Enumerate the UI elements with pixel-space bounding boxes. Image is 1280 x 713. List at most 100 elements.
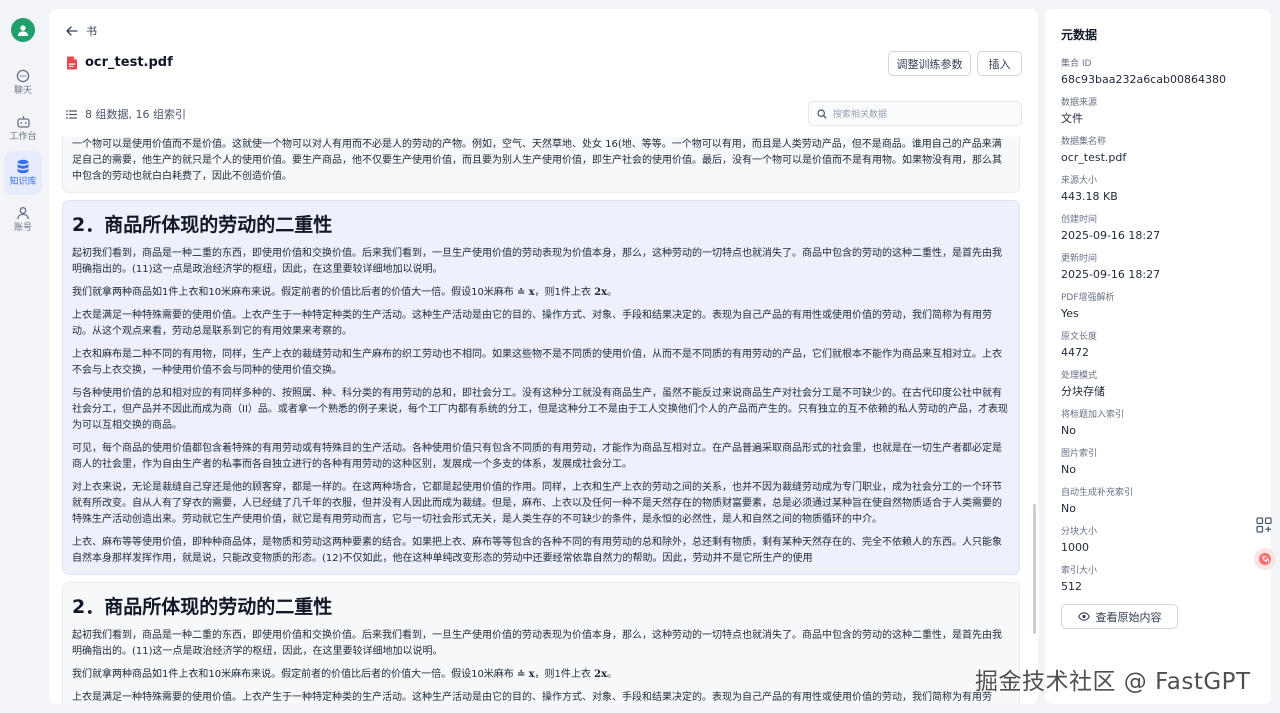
math-variable: 2x — [594, 669, 608, 680]
back-label: 书 — [86, 25, 97, 38]
math-symbol: ≐ — [517, 287, 526, 298]
metadata-fields: 集合 ID 68c93baa232a6cab00864380 数据来源 文件 数据集名称… — [1061, 58, 1255, 594]
metadata-field-label: 索引大小 — [1061, 566, 1098, 576]
metadata-field-label: 图片索引 — [1061, 449, 1098, 459]
metadata-field: 来源大小 443.18 KB — [1061, 175, 1255, 204]
metadata-field: 原文长度 4472 — [1061, 331, 1255, 360]
chunk-paragraph: 对上衣来说，无论是裁缝自己穿还是他的顾客穿，都是一样的。在这两种场合，它都是起使… — [72, 482, 1002, 525]
nav-item-workbench[interactable]: 工作台 — [4, 106, 42, 150]
metadata-field: 索引大小 512 — [1061, 565, 1255, 594]
chunk-paragraph: 起初我们看到，商品是一种二重的东西，即使用价值和交换价值。后来我们看到，一旦生产… — [72, 248, 1002, 275]
metadata-field-value: 2025-09-16 18:27 — [1061, 268, 1161, 281]
insert-button[interactable]: 插入 — [977, 51, 1022, 76]
metadata-field-label: PDF增强解析 — [1061, 293, 1115, 303]
nav-rail: 聊天 工作台 知识库 账号 — [0, 0, 46, 713]
metadata-field: 更新时间 2025-09-16 18:27 — [1061, 253, 1255, 282]
metadata-field: 集合 ID 68c93baa232a6cab00864380 — [1061, 58, 1255, 87]
arrow-left-icon — [66, 26, 78, 36]
metadata-field-label: 更新时间 — [1061, 254, 1098, 264]
file-title: ocr_test.pdf — [85, 55, 173, 70]
chunk-list: 一个物可以是使用价值而不是价值。这就使一个物可以对人有用而不必是人的劳动的产物。… — [62, 137, 1020, 704]
watermark: 掘金技术社区 @ FastGPT — [975, 669, 1251, 695]
search-placeholder: 搜索相关数据 — [833, 110, 888, 120]
metadata-field-value: 443.18 KB — [1061, 190, 1118, 203]
view-original-button[interactable]: 查看原始内容 — [1061, 604, 1178, 629]
metadata-title: 元数据 — [1061, 28, 1098, 42]
adjust-training-params-button[interactable]: 调整训练参数 — [888, 51, 971, 76]
metadata-field-label: 将标题加入索引 — [1061, 410, 1125, 420]
metadata-field: 创建时间 2025-09-16 18:27 — [1061, 214, 1255, 243]
metadata-field-label: 数据来源 — [1061, 98, 1098, 108]
metadata-field-label: 分块大小 — [1061, 527, 1098, 537]
back-link[interactable]: 书 — [66, 23, 97, 39]
metadata-field: 自动生成补充索引 No — [1061, 487, 1255, 516]
metadata-field-value: No — [1061, 463, 1076, 476]
metadata-field: 数据来源 文件 — [1061, 97, 1255, 126]
nav-item-knowledge-base[interactable]: 知识库 — [4, 151, 42, 195]
nav-label-knowledge-base: 知识库 — [9, 177, 37, 187]
metadata-field-value: 68c93baa232a6cab00864380 — [1061, 73, 1226, 86]
collection-detail-panel: 书 ocr_test.pdf 调整训练参数 插入 8 组数据, 16 组索引 搜… — [49, 9, 1038, 704]
robot-icon — [16, 115, 30, 128]
nav-label-chat: 聊天 — [13, 85, 32, 96]
metadata-field: 图片索引 No — [1061, 448, 1255, 477]
formula-text: ，则1件上衣 — [534, 669, 591, 680]
data-count: 8 组数据, 16 组索引 — [66, 106, 186, 122]
nav-item-account[interactable]: 账号 — [4, 197, 42, 241]
metadata-field-label: 集合 ID — [1061, 59, 1092, 69]
math-symbol: ≐ — [517, 669, 526, 680]
formula-text: ，则1件上衣 — [534, 287, 591, 298]
math-variable: 2x — [594, 287, 608, 298]
metadata-field-value: 分块存储 — [1061, 385, 1105, 398]
search-input[interactable]: 搜索相关数据 — [808, 101, 1022, 126]
metadata-field: 将标题加入索引 No — [1061, 409, 1255, 438]
chunk-paragraph: 上衣是满足一种特殊需要的使用价值。上衣产生于一种特定种类的生产活动。这种生产活动… — [72, 310, 992, 337]
metadata-field-value: ocr_test.pdf — [1061, 151, 1127, 164]
nav-label-account: 账号 — [13, 222, 32, 233]
formula-text: 。 — [607, 669, 618, 680]
file-header: ocr_test.pdf — [66, 55, 173, 70]
chunk-paragraph-formula: 我们就拿两种商品如1件上衣和10米麻布来说。假定前者的价值比后者的价值大一倍。假… — [72, 667, 1010, 683]
person-icon — [18, 25, 28, 36]
chat-icon — [16, 69, 30, 82]
metadata-field: PDF增强解析 Yes — [1061, 292, 1255, 321]
chunk-paragraph-formula: 我们就拿两种商品如1件上衣和10米麻布来说。假定前者的价值比后者的价值大一倍。假… — [72, 285, 1010, 301]
metadata-panel: 元数据 集合 ID 68c93baa232a6cab00864380 数据来源 文件数… — [1045, 9, 1271, 704]
data-count-text: 8 组数据, 16 组索引 — [85, 108, 186, 121]
layout-grid-icon[interactable] — [1256, 517, 1272, 533]
chunk-paragraph: 与各种使用价值的总和相对应的有同样多种的、按照属、种、科分类的有用劳动的总和，即… — [72, 388, 1008, 431]
metadata-field-value: 4472 — [1061, 346, 1089, 359]
user-icon — [17, 206, 29, 219]
database-icon — [17, 159, 29, 174]
view-original-label: 查看原始内容 — [1095, 610, 1162, 624]
metadata-field: 分块大小 1000 — [1061, 526, 1255, 555]
chunk-paragraph: 上衣和麻布是二种不同的有用物，同样，生产上衣的裁缝劳动和生产麻布的织工劳动也不相… — [72, 349, 1002, 376]
metadata-field-label: 原文长度 — [1061, 332, 1098, 342]
nav-item-chat[interactable]: 聊天 — [4, 60, 42, 104]
metadata-field-label: 处理模式 — [1061, 371, 1098, 381]
formula-text: 我们就拿两种商品如1件上衣和10米麻布来说。假定前者的价值比后者的价值大一倍。假… — [72, 669, 514, 680]
search-icon — [817, 108, 827, 119]
data-chunk[interactable]: 2．商品所体现的劳动的二重性 起初我们看到，商品是一种二重的东西，即使用价值和交… — [62, 200, 1020, 575]
metadata-field-label: 数据集名称 — [1061, 137, 1107, 147]
metadata-field-label: 创建时间 — [1061, 215, 1098, 225]
translate-icon[interactable] — [1254, 548, 1276, 570]
chunk-heading: 2．商品所体现的劳动的二重性 — [72, 596, 333, 618]
metadata-field: 处理模式 分块存储 — [1061, 370, 1255, 399]
chunk-paragraph: 一个物可以是使用价值而不是价值。这就使一个物可以对人有用而不必是人的劳动的产物。… — [72, 139, 1002, 182]
metadata-field-value: Yes — [1061, 307, 1079, 320]
chunk-paragraph: 起初我们看到，商品是一种二重的东西，即使用价值和交换价值。后来我们看到，一旦生产… — [72, 630, 1002, 657]
scrollbar-thumb[interactable] — [1033, 504, 1036, 634]
list-icon — [66, 109, 77, 119]
nav-label-workbench: 工作台 — [9, 131, 37, 142]
data-chunk[interactable]: 一个物可以是使用价值而不是价值。这就使一个物可以对人有用而不必是人的劳动的产物。… — [62, 137, 1020, 193]
formula-text: 。 — [607, 287, 618, 298]
metadata-field: 数据集名称 ocr_test.pdf — [1061, 136, 1255, 165]
data-chunk[interactable]: 2．商品所体现的劳动的二重性 起初我们看到，商品是一种二重的东西，即使用价值和交… — [62, 582, 1020, 704]
translate-glyph-icon — [1259, 553, 1271, 565]
metadata-field-value: 1000 — [1061, 541, 1089, 554]
chunk-paragraph: 上衣、麻布等等使用价值，即种种商品体，是物质和劳动这两种要素的结合。如果把上衣、… — [72, 537, 1002, 564]
metadata-field-value: 2025-09-16 18:27 — [1061, 229, 1161, 242]
chunk-paragraph: 可见，每个商品的使用价值都包含着特殊的有用劳动或有特殊目的生产活动。各种使用价值… — [72, 443, 1002, 470]
user-avatar[interactable] — [11, 18, 35, 42]
